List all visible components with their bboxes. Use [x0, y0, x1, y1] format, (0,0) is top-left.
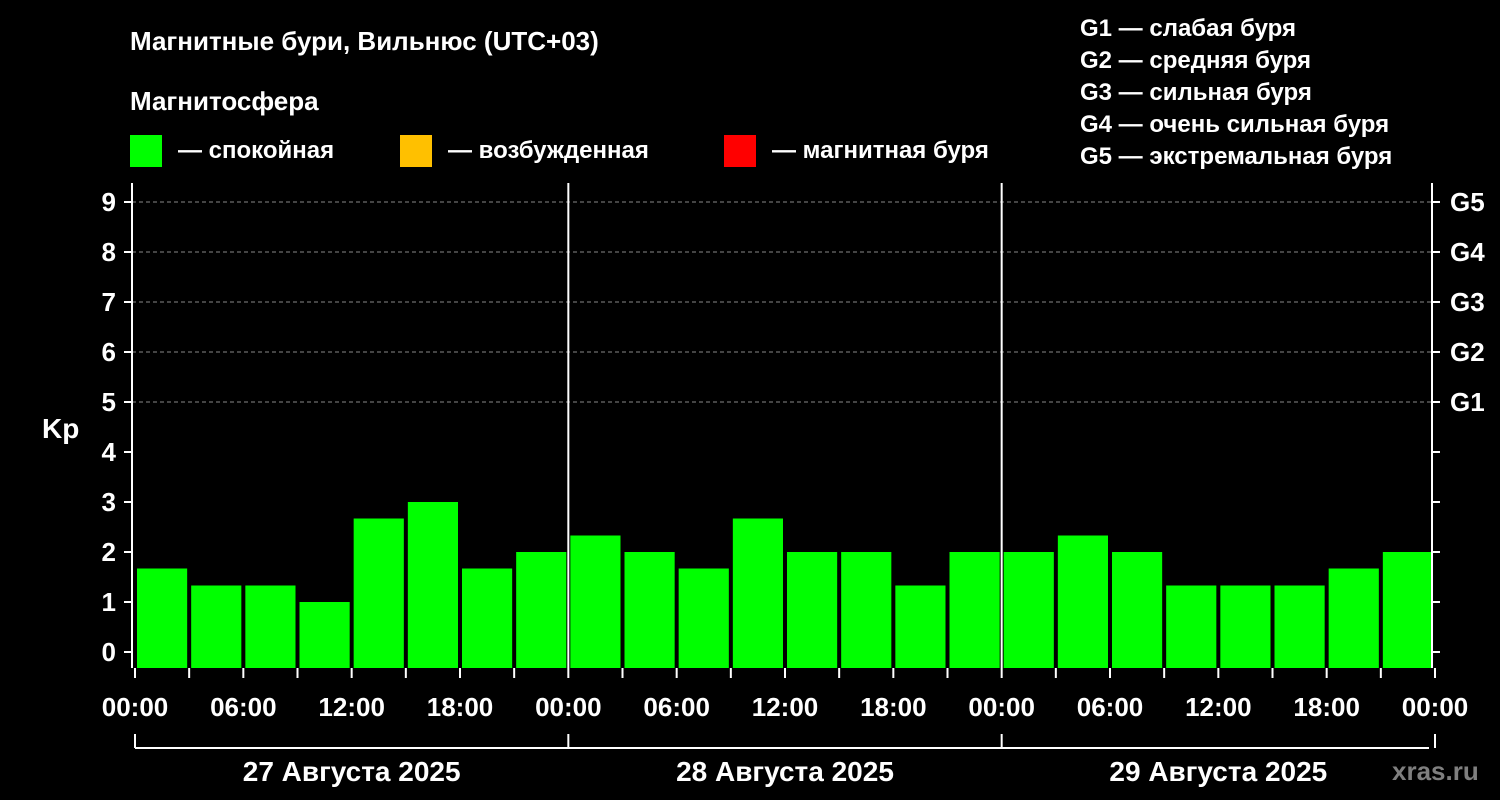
kp-bar-14	[895, 585, 946, 668]
storm-level-g1: G1 — слабая буря	[1080, 15, 1296, 42]
storm-level-g4: G4 — очень сильная буря	[1080, 111, 1389, 138]
right-tick-label-0: G1	[1450, 387, 1485, 417]
magnetosphere-title: Магнитосфера	[130, 86, 319, 116]
x-tick-label-6: 12:00	[752, 692, 819, 722]
kp-bar-5	[407, 502, 458, 668]
x-tick-label-1: 06:00	[210, 692, 277, 722]
kp-bar-0	[137, 568, 188, 668]
kp-bar-13	[841, 552, 892, 668]
kp-bar-19	[1166, 585, 1217, 668]
y-tick-label-2: 2	[102, 537, 116, 567]
x-tick-label-10: 12:00	[1185, 692, 1252, 722]
kp-bar-10	[678, 568, 729, 668]
y-tick-label-6: 6	[102, 337, 116, 367]
kp-bar-4	[353, 518, 404, 668]
right-tick-label-2: G3	[1450, 287, 1485, 317]
legend-swatch-storm	[724, 135, 756, 167]
x-tick-label-8: 00:00	[968, 692, 1035, 722]
x-tick-label-2: 12:00	[318, 692, 385, 722]
legend-swatch-excited	[400, 135, 432, 167]
kp-bar-12	[787, 552, 838, 668]
kp-bar-1	[191, 585, 242, 668]
right-tick-label-4: G5	[1450, 187, 1485, 217]
kp-bar-6	[462, 568, 513, 668]
watermark: xras.ru	[1392, 756, 1479, 786]
y-tick-label-5: 5	[102, 387, 116, 417]
kp-bar-20	[1220, 585, 1271, 668]
x-tick-label-4: 00:00	[535, 692, 602, 722]
kp-bar-8	[570, 535, 621, 668]
kp-bar-18	[1112, 552, 1163, 668]
x-tick-label-0: 00:00	[102, 692, 169, 722]
x-tick-label-7: 18:00	[860, 692, 927, 722]
x-tick-label-9: 06:00	[1077, 692, 1144, 722]
storm-level-g5: G5 — экстремальная буря	[1080, 143, 1392, 170]
x-tick-label-5: 06:00	[643, 692, 710, 722]
y-tick-label-8: 8	[102, 237, 116, 267]
x-tick-label-11: 18:00	[1293, 692, 1360, 722]
legend-label-calm: — спокойная	[178, 137, 334, 164]
kp-bar-7	[516, 552, 567, 668]
kp-bar-15	[949, 552, 1000, 668]
right-tick-label-3: G4	[1450, 237, 1485, 267]
storm-level-g2: G2 — средняя буря	[1080, 47, 1311, 74]
y-axis-label: Kp	[42, 413, 79, 444]
y-tick-label-3: 3	[102, 487, 116, 517]
chart-title: Магнитные бури, Вильнюс (UTC+03)	[130, 26, 599, 56]
plot-area: 0 1 2 3 4 5 6 7 8 9 G1 G2 G3 G4 G5 00:00 06:00 12:00 18:00…	[102, 183, 1485, 787]
y-tick-label-1: 1	[102, 587, 116, 617]
legend-swatch-calm	[130, 135, 162, 167]
x-tick-label-3: 18:00	[427, 692, 494, 722]
kp-bar-22	[1328, 568, 1379, 668]
right-tick-label-1: G2	[1450, 337, 1485, 367]
day-label-1: 28 Августа 2025	[676, 756, 894, 787]
kp-bar-11	[732, 518, 783, 668]
kp-bar-9	[624, 552, 675, 668]
y-tick-label-0: 0	[102, 637, 116, 667]
kp-bar-2	[245, 585, 296, 668]
legend-label-storm: — магнитная буря	[772, 137, 989, 164]
kp-bar-23	[1382, 552, 1433, 668]
y-tick-label-4: 4	[102, 437, 117, 467]
kp-chart: Магнитные бури, Вильнюс (UTC+03) Магнито…	[42, 15, 1485, 787]
y-tick-label-7: 7	[102, 287, 116, 317]
kp-bar-16	[1003, 552, 1054, 668]
day-label-2: 29 Августа 2025	[1109, 756, 1327, 787]
kp-bar-3	[299, 602, 350, 668]
storm-level-g3: G3 — сильная буря	[1080, 79, 1312, 106]
kp-bar-21	[1274, 585, 1325, 668]
y-tick-label-9: 9	[102, 187, 116, 217]
x-tick-label-12: 00:00	[1402, 692, 1469, 722]
legend-label-excited: — возбужденная	[448, 137, 649, 164]
day-label-0: 27 Августа 2025	[243, 756, 461, 787]
kp-bar-17	[1057, 535, 1108, 668]
